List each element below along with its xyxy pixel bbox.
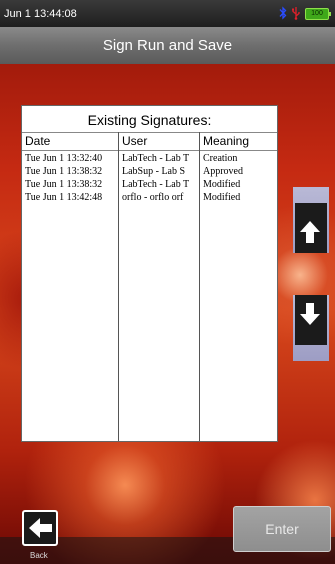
cell-date: Tue Jun 1 13:32:40: [25, 153, 103, 164]
back-label: Back: [30, 551, 48, 560]
arrow-up-icon: [300, 221, 320, 243]
scroll-down-button[interactable]: [293, 295, 329, 361]
cell-date: Tue Jun 1 13:42:48: [25, 192, 103, 203]
table-row[interactable]: Tue Jun 1 13:38:32 LabTech - Lab T Modif…: [22, 178, 277, 191]
cell-meaning: Modified: [203, 179, 241, 190]
cell-meaning: Approved: [203, 166, 243, 177]
scroll-up-button[interactable]: [293, 187, 329, 253]
page-title: Sign Run and Save: [0, 27, 335, 64]
table-header: Date User Meaning: [22, 132, 277, 151]
status-bar: Jun 1 13:44:08 100: [0, 0, 335, 27]
column-header-date: Date: [25, 134, 51, 148]
signatures-table: Tue Jun 1 13:32:40 LabTech - Lab T Creat…: [22, 152, 277, 204]
table-row[interactable]: Tue Jun 1 13:32:40 LabTech - Lab T Creat…: [22, 152, 277, 165]
table-row[interactable]: Tue Jun 1 13:38:32 LabSup - Lab S Approv…: [22, 165, 277, 178]
back-button[interactable]: [22, 510, 58, 546]
signatures-title: Existing Signatures:: [87, 112, 212, 128]
cell-user: LabTech - Lab T: [122, 153, 190, 164]
cell-user: LabSup - Lab S: [122, 166, 186, 177]
clock: Jun 1 13:44:08: [4, 8, 77, 20]
bluetooth-icon: [279, 6, 287, 20]
cell-meaning: Creation: [203, 153, 238, 164]
table-row[interactable]: Tue Jun 1 13:42:48 orflo - orflo orf Mod…: [22, 191, 277, 204]
status-icons: 100: [269, 6, 331, 20]
cell-user: LabTech - Lab T: [122, 179, 190, 190]
arrow-left-icon: [29, 518, 52, 538]
signatures-panel: Existing Signatures: Date User Meaning T…: [21, 105, 278, 442]
cell-user: orflo - orflo orf: [122, 192, 184, 203]
enter-button[interactable]: Enter: [233, 506, 331, 552]
column-header-meaning: Meaning: [203, 134, 250, 148]
arrow-down-icon: [300, 303, 320, 325]
cell-date: Tue Jun 1 13:38:32: [25, 179, 103, 190]
battery-icon: 100: [305, 8, 331, 20]
cell-meaning: Modified: [203, 192, 241, 203]
usb-icon: [292, 7, 300, 20]
column-header-user: User: [122, 134, 148, 148]
cell-date: Tue Jun 1 13:38:32: [25, 166, 103, 177]
